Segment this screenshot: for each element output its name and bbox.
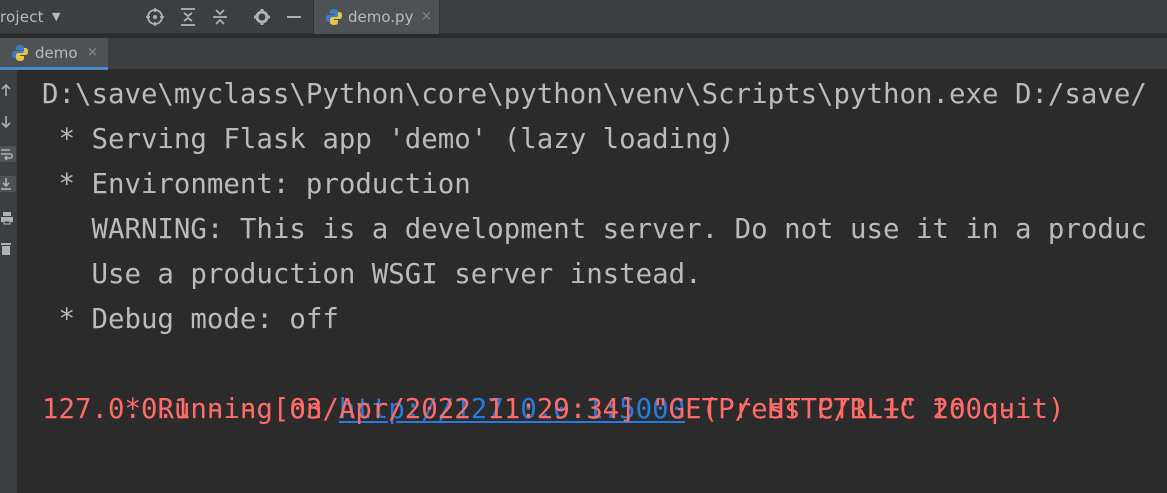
tab-demo-py[interactable]: demo.py × bbox=[313, 0, 440, 34]
console-line-serving: * Serving Flask app 'demo' (lazy loading… bbox=[42, 124, 735, 155]
python-file-icon bbox=[11, 44, 29, 66]
trash-icon[interactable] bbox=[0, 240, 16, 256]
console-line-environment: * Environment: production bbox=[42, 169, 471, 200]
run-tabbar: demo × bbox=[0, 38, 1167, 70]
console-line-command: D:\save\myclass\Python\core\python\venv\… bbox=[42, 79, 1147, 110]
print-icon[interactable] bbox=[0, 210, 16, 226]
soft-wrap-icon[interactable] bbox=[0, 146, 16, 162]
project-label[interactable]: roject bbox=[0, 0, 44, 34]
tab-run-demo[interactable]: demo × bbox=[0, 38, 108, 70]
tab-label: demo bbox=[35, 44, 78, 62]
console-line-running: * Running on http://127.0.0.1:5000 (Pres… bbox=[42, 342, 1064, 425]
tab-label: demo.py bbox=[348, 8, 414, 26]
arrow-down-icon[interactable] bbox=[0, 114, 16, 130]
close-icon[interactable]: × bbox=[87, 38, 98, 68]
console-line-debug: * Debug mode: off bbox=[42, 304, 339, 335]
console-line-warning: WARNING: This is a development server. D… bbox=[42, 214, 1147, 245]
scroll-to-end-icon[interactable] bbox=[0, 176, 16, 192]
console-line-request-log: 127.0.0.1 - - [03/Apr/2022 11:29:34] "GE… bbox=[42, 394, 1015, 425]
run-actions-sidebar bbox=[0, 70, 18, 493]
expand-all-icon[interactable] bbox=[178, 7, 198, 27]
close-icon[interactable]: × bbox=[421, 0, 432, 34]
collapse-all-icon[interactable] bbox=[210, 7, 230, 27]
console-line-wsgi: Use a production WSGI server instead. bbox=[42, 259, 702, 290]
project-toolbar: roject ▼ demo.py × bbox=[0, 0, 1167, 34]
gear-icon[interactable] bbox=[252, 7, 272, 27]
minimize-icon[interactable] bbox=[284, 7, 304, 27]
python-file-icon bbox=[325, 8, 343, 30]
chevron-down-icon[interactable]: ▼ bbox=[52, 0, 60, 34]
locate-icon[interactable] bbox=[145, 7, 165, 27]
arrow-up-icon[interactable] bbox=[0, 82, 16, 98]
console-output[interactable]: D:\save\myclass\Python\core\python\venv\… bbox=[20, 70, 1167, 493]
